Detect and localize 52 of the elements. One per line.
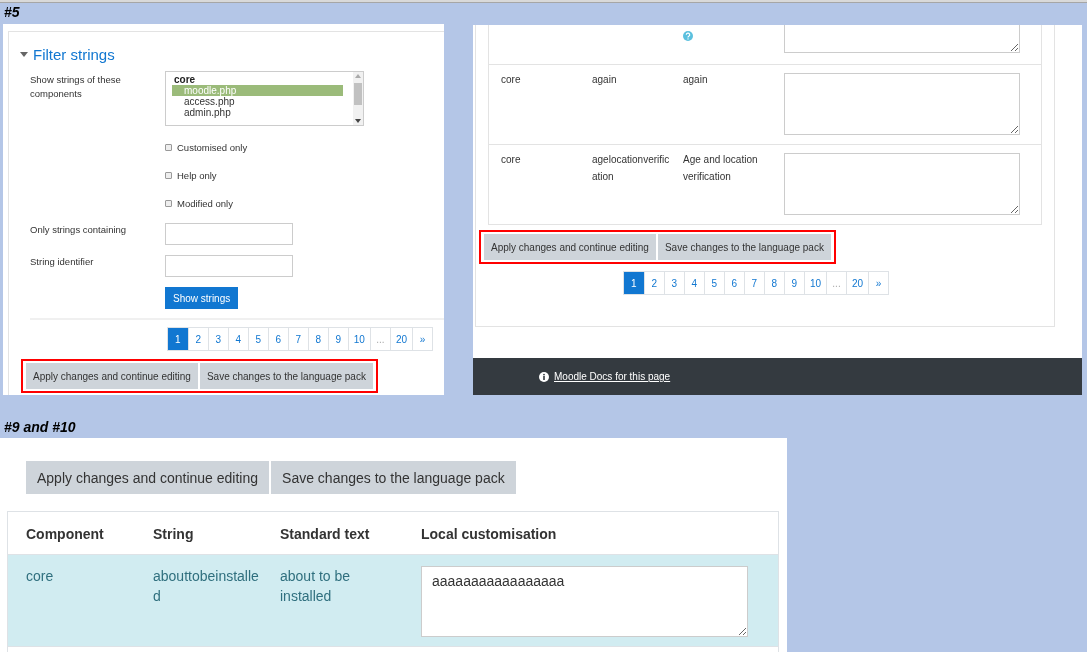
section-title[interactable]: Filter strings bbox=[33, 45, 115, 63]
field-label: Show strings of these components bbox=[30, 73, 122, 101]
text-area[interactable] bbox=[784, 153, 1020, 215]
list-option[interactable]: access.php bbox=[172, 96, 343, 107]
table-cell: about to be installed bbox=[280, 568, 351, 604]
table-cell: abouttobeinstalled bbox=[153, 568, 259, 604]
caption: #5 bbox=[3, 3, 21, 22]
component-listbox[interactable]: core moodle.php access.php admin.php bbox=[165, 71, 364, 126]
action-button[interactable]: Save changes to the language pack bbox=[657, 234, 831, 260]
text-area[interactable] bbox=[784, 73, 1020, 135]
text-field[interactable] bbox=[165, 255, 293, 277]
action-button[interactable]: Save changes to the language pack bbox=[271, 461, 516, 494]
checkbox[interactable] bbox=[165, 199, 172, 207]
table-cell-text: again bbox=[592, 73, 618, 87]
table-cell: core bbox=[26, 568, 54, 584]
table-cell: again bbox=[683, 74, 708, 85]
action-button[interactable]: Save changes to the language pack bbox=[199, 363, 373, 389]
scroll-up-icon[interactable] bbox=[355, 74, 361, 78]
page-link[interactable]: 1 bbox=[623, 272, 644, 294]
scroll-down-icon[interactable] bbox=[355, 119, 361, 123]
list-option[interactable]: admin.php bbox=[172, 107, 343, 118]
docs-link[interactable]: Moodle Docs for this page bbox=[554, 371, 671, 383]
option-group-label: core bbox=[173, 74, 197, 85]
checkbox-label: Help only bbox=[177, 169, 217, 181]
table-cell-text: core bbox=[501, 73, 522, 87]
table-row[interactable]: core abouttobeinstalled about to be installed aaaaaaaaaaaaaaaaa bbox=[8, 554, 778, 646]
column-header: Standard text bbox=[279, 525, 371, 544]
action-button[interactable]: Apply changes and continue editing bbox=[26, 363, 198, 389]
checkbox[interactable] bbox=[165, 143, 172, 151]
field-label: String identifier bbox=[30, 255, 95, 269]
info-icon bbox=[539, 371, 549, 382]
text-area[interactable]: aaaaaaaaaaaaaaaaa bbox=[421, 566, 748, 637]
checkbox-label: Customised only bbox=[177, 141, 248, 153]
column-header: Local customisation bbox=[420, 525, 558, 544]
column-header: String bbox=[152, 525, 195, 544]
text-area[interactable] bbox=[784, 25, 1020, 53]
checkbox-label: Modified only bbox=[177, 197, 233, 209]
table-cell: Age and location verification bbox=[683, 154, 758, 182]
help-icon[interactable] bbox=[683, 31, 693, 41]
text-field[interactable] bbox=[165, 223, 293, 245]
page-link[interactable]: 1 bbox=[167, 328, 188, 350]
caption: #9 and #10 bbox=[3, 418, 77, 437]
action-button[interactable]: Apply changes and continue editing bbox=[484, 234, 656, 260]
table-cell-text: agelocationverification bbox=[592, 153, 671, 184]
scrollbar[interactable] bbox=[353, 72, 363, 125]
field-label: Only strings containing bbox=[30, 223, 128, 237]
show-strings-button[interactable]: Show strings bbox=[165, 287, 239, 309]
table-cell-text: core bbox=[501, 153, 522, 167]
column-header: Component bbox=[25, 525, 105, 544]
action-button[interactable]: Apply changes and continue editing bbox=[26, 461, 270, 494]
checkbox[interactable] bbox=[165, 171, 172, 179]
caret-icon[interactable] bbox=[20, 51, 28, 57]
